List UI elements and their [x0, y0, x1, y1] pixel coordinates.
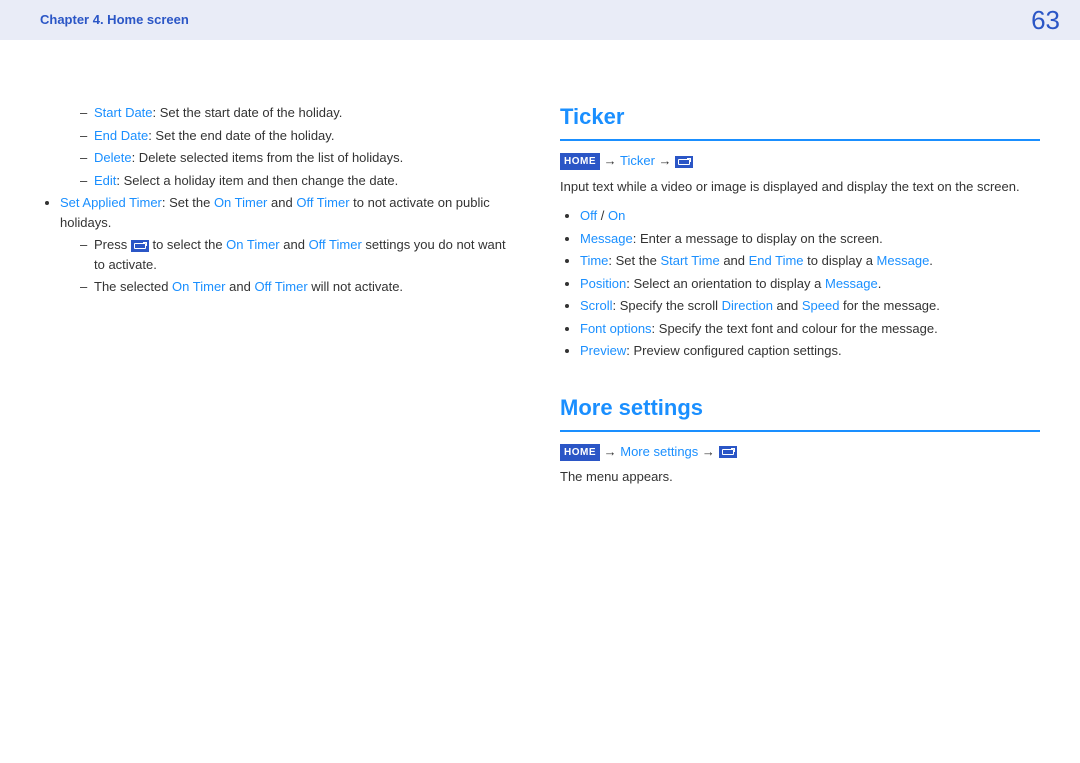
label-off-timer: Off Timer: [309, 237, 362, 252]
list-item: Font options: Specify the text font and …: [580, 319, 1040, 339]
list-item: Time: Set the Start Time and End Time to…: [580, 251, 1040, 271]
text: The selected: [94, 279, 172, 294]
enter-icon: [675, 156, 693, 168]
list-item: Message: Enter a message to display on t…: [580, 229, 1040, 249]
arrow-icon: →: [604, 444, 617, 459]
right-column: Ticker HOME → Ticker → Input text while …: [540, 100, 1040, 497]
list-item: Press to select the On Timer and Off Tim…: [80, 235, 520, 274]
holiday-options-list: Start Date: Set the start date of the ho…: [80, 103, 520, 190]
label-on-timer: On Timer: [214, 195, 267, 210]
label-direction: Direction: [722, 298, 773, 313]
label-on-timer: On Timer: [226, 237, 279, 252]
label-off: Off: [580, 208, 597, 223]
home-badge: HOME: [560, 153, 600, 170]
text: for the message.: [839, 298, 939, 313]
text: and: [280, 237, 309, 252]
text: and: [267, 195, 296, 210]
label-end-date: End Date: [94, 128, 148, 143]
content: Start Date: Set the start date of the ho…: [0, 40, 1080, 497]
chapter-title: Chapter 4. Home screen: [40, 10, 189, 30]
label-position: Position: [580, 276, 626, 291]
page-number: 63: [1031, 1, 1060, 40]
text: : Enter a message to display on the scre…: [633, 231, 883, 246]
text: and: [720, 253, 749, 268]
arrow-icon: →: [659, 153, 672, 168]
list-item: Delete: Delete selected items from the l…: [80, 148, 520, 168]
more-settings-text: The menu appears.: [560, 467, 1040, 487]
text: and: [773, 298, 802, 313]
label-message: Message: [580, 231, 633, 246]
list-item: Preview: Preview configured caption sett…: [580, 341, 1040, 361]
text: .: [878, 276, 882, 291]
page-header: Chapter 4. Home screen 63: [0, 0, 1080, 40]
text: .: [929, 253, 933, 268]
timer-sublist: Press to select the On Timer and Off Tim…: [80, 235, 520, 297]
ticker-intro: Input text while a video or image is dis…: [560, 177, 1040, 197]
text: and: [226, 279, 255, 294]
label-preview: Preview: [580, 343, 626, 358]
arrow-icon: →: [702, 444, 715, 459]
label-on-timer: On Timer: [172, 279, 225, 294]
text: : Select an orientation to display a: [626, 276, 825, 291]
label-message: Message: [877, 253, 930, 268]
ticker-options-list: Off / On Message: Enter a message to dis…: [580, 206, 1040, 361]
heading-ticker: Ticker: [560, 100, 1040, 141]
path-label: More settings: [620, 444, 698, 459]
label-message: Message: [825, 276, 878, 291]
list-item: Scroll: Specify the scroll Direction and…: [580, 296, 1040, 316]
label-on: On: [608, 208, 625, 223]
text: : Preview configured caption settings.: [626, 343, 841, 358]
text: : Set the start date of the holiday.: [153, 105, 343, 120]
label-end-time: End Time: [749, 253, 804, 268]
list-item: Start Date: Set the start date of the ho…: [80, 103, 520, 123]
left-column: Start Date: Set the start date of the ho…: [40, 100, 540, 497]
text: : Set the: [162, 195, 214, 210]
label-speed: Speed: [802, 298, 840, 313]
nav-path-more-settings: HOME → More settings →: [560, 442, 1040, 462]
text: : Specify the text font and colour for t…: [652, 321, 938, 336]
label-font-options: Font options: [580, 321, 652, 336]
label-start-date: Start Date: [94, 105, 153, 120]
label-set-applied-timer: Set Applied Timer: [60, 195, 162, 210]
enter-icon: [131, 240, 149, 252]
text: : Delete selected items from the list of…: [132, 150, 404, 165]
list-item: End Date: Set the end date of the holida…: [80, 126, 520, 146]
label-edit: Edit: [94, 173, 116, 188]
text: : Specify the scroll: [613, 298, 722, 313]
list-item: Position: Select an orientation to displ…: [580, 274, 1040, 294]
text: to select the: [149, 237, 226, 252]
nav-path-ticker: HOME → Ticker →: [560, 151, 1040, 171]
text: to display a: [804, 253, 877, 268]
label-scroll: Scroll: [580, 298, 613, 313]
home-badge: HOME: [560, 444, 600, 461]
text: : Set the end date of the holiday.: [148, 128, 334, 143]
list-item: Off / On: [580, 206, 1040, 226]
text: /: [597, 208, 608, 223]
text: will not activate.: [308, 279, 403, 294]
text: : Select a holiday item and then change …: [116, 173, 398, 188]
enter-icon: [719, 446, 737, 458]
arrow-icon: →: [604, 153, 617, 168]
text: Press: [94, 237, 131, 252]
label-off-timer: Off Timer: [296, 195, 349, 210]
label-off-timer: Off Timer: [254, 279, 307, 294]
timer-list: Set Applied Timer: Set the On Timer and …: [60, 193, 520, 297]
list-item: Set Applied Timer: Set the On Timer and …: [60, 193, 520, 297]
heading-more-settings: More settings: [560, 391, 1040, 432]
label-delete: Delete: [94, 150, 132, 165]
path-label: Ticker: [620, 153, 655, 168]
label-time: Time: [580, 253, 608, 268]
label-start-time: Start Time: [660, 253, 719, 268]
list-item: Edit: Select a holiday item and then cha…: [80, 171, 520, 191]
list-item: The selected On Timer and Off Timer will…: [80, 277, 520, 297]
text: : Set the: [608, 253, 660, 268]
